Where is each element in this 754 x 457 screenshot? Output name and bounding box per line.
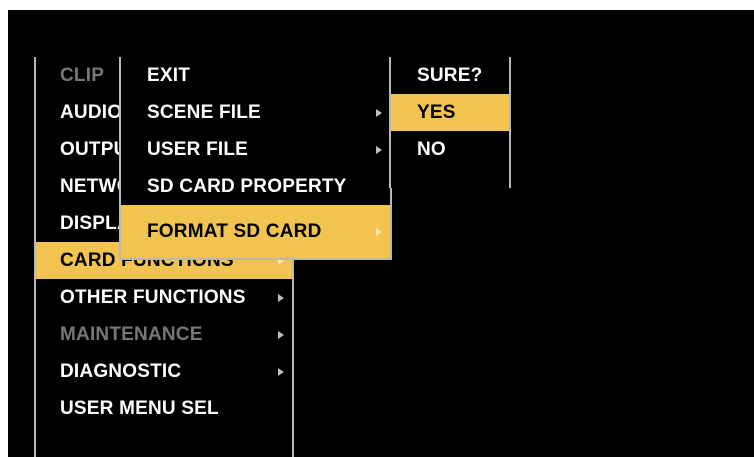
confirm-no-label: NO bbox=[417, 138, 446, 160]
triangle-right-icon bbox=[376, 145, 382, 154]
main-menu-item-other-functions[interactable]: OTHER FUNCTIONS bbox=[36, 279, 292, 316]
card-menu-item-label: SD CARD PROPERTY bbox=[147, 175, 347, 197]
triangle-right-icon bbox=[278, 367, 284, 376]
main-menu-item-label: OTHER FUNCTIONS bbox=[60, 286, 246, 308]
card-menu-item-exit[interactable]: EXIT bbox=[121, 57, 390, 94]
triangle-right-icon bbox=[278, 330, 284, 339]
card-menu-item-label: FORMAT SD CARD bbox=[147, 220, 322, 242]
card-menu-item-label: USER FILE bbox=[147, 138, 249, 160]
triangle-right-icon bbox=[376, 108, 382, 117]
main-menu-item-diagnostic[interactable]: DIAGNOSTIC bbox=[36, 353, 292, 390]
main-menu-item-label: MAINTENANCE bbox=[60, 323, 203, 345]
triangle-right-icon bbox=[376, 227, 382, 236]
confirm-yes-option[interactable]: YES bbox=[391, 94, 509, 131]
screen: CLIP AUDIO OUTPUT NETWORK DISPLAY CARD F… bbox=[8, 10, 754, 457]
confirm-no-option[interactable]: NO bbox=[391, 131, 509, 168]
triangle-right-icon bbox=[278, 293, 284, 302]
card-menu-item-label: EXIT bbox=[147, 64, 191, 86]
card-menu-item-user-file[interactable]: USER FILE bbox=[121, 131, 390, 168]
confirm-yes-label: YES bbox=[417, 101, 456, 123]
card-menu-item-sd-card-property[interactable]: SD CARD PROPERTY bbox=[121, 168, 390, 205]
card-functions-submenu: EXIT SCENE FILE USER FILE SD CARD PROPER… bbox=[119, 57, 392, 260]
main-menu-item-user-menu-sel[interactable]: USER MENU SEL bbox=[36, 390, 292, 427]
format-confirm-submenu: SURE? YES NO bbox=[389, 57, 511, 188]
main-menu-item-label: DIAGNOSTIC bbox=[60, 360, 182, 382]
card-menu-item-format-sd-card[interactable]: FORMAT SD CARD bbox=[121, 205, 390, 258]
main-menu-item-maintenance[interactable]: MAINTENANCE bbox=[36, 316, 292, 353]
main-menu-item-label: USER MENU SEL bbox=[60, 397, 219, 419]
card-menu-item-label: SCENE FILE bbox=[147, 101, 261, 123]
confirm-prompt-label: SURE? bbox=[417, 64, 483, 86]
confirm-prompt: SURE? bbox=[391, 57, 509, 94]
card-menu-item-scene-file[interactable]: SCENE FILE bbox=[121, 94, 390, 131]
